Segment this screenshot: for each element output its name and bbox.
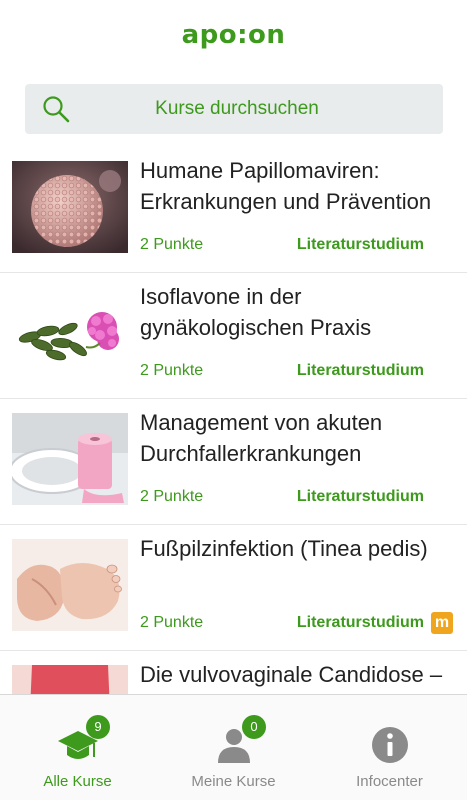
pills-flower-image — [12, 287, 128, 379]
app-header: apo:on — [0, 0, 467, 78]
course-points: 2 Punkte — [140, 236, 204, 253]
woman-image — [12, 665, 128, 694]
bottom-tab-bar: 9 Alle Kurse 0 Meine Kurse Infocenter — [0, 694, 467, 800]
info-icon — [371, 727, 408, 763]
tab-label: Meine Kurse — [191, 773, 276, 790]
course-points: 2 Punkte — [140, 614, 204, 631]
course-item[interactable]: Management von akuten Durchfallerkrankun… — [0, 399, 467, 525]
course-list[interactable]: Humane Papillomaviren: Erkrankungen und … — [0, 147, 467, 694]
course-title: Die vulvovaginale Candidose – — [140, 662, 443, 687]
course-count-badge: 9 — [86, 715, 110, 739]
tab-label: Alle Kurse — [43, 773, 112, 790]
feet-image — [12, 539, 128, 631]
virus-image — [12, 161, 128, 253]
search-bar[interactable]: Kurse durchsuchen — [25, 84, 443, 134]
course-type: Literaturstudium — [296, 236, 424, 253]
course-item[interactable]: Humane Papillomaviren: Erkrankungen und … — [0, 147, 467, 273]
media-badge: m — [431, 612, 453, 634]
course-points: 2 Punkte — [140, 488, 204, 505]
course-type: Literaturstudium — [296, 362, 424, 379]
tab-alle-kurse[interactable]: 9 Alle Kurse — [0, 695, 155, 801]
tab-meine-kurse[interactable]: 0 Meine Kurse — [156, 695, 311, 801]
course-item[interactable]: Isoflavone in der gynäkologischen Praxis… — [0, 273, 467, 399]
course-type: Literaturstudium — [296, 614, 424, 631]
tab-infocenter[interactable]: Infocenter — [312, 695, 467, 801]
tab-label: Infocenter — [356, 773, 423, 790]
course-title: Fußpilzinfektion (Tinea pedis) — [140, 536, 428, 561]
course-item[interactable]: Fußpilzinfektion (Tinea pedis) 2 Punkte … — [0, 525, 467, 651]
course-type: Literaturstudium — [296, 488, 424, 505]
toilet-paper-image — [12, 413, 128, 505]
course-title: Management von akuten Durchfallerkrankun… — [140, 410, 383, 466]
course-title: Isoflavone in der gynäkologischen Praxis — [140, 284, 372, 340]
search-placeholder: Kurse durchsuchen — [155, 98, 319, 119]
course-title: Humane Papillomaviren: Erkrankungen und … — [140, 158, 432, 214]
my-course-count-badge: 0 — [242, 715, 266, 739]
course-item[interactable]: Die vulvovaginale Candidose – — [0, 651, 467, 694]
app-logo: apo:on — [181, 20, 286, 50]
course-points: 2 Punkte — [140, 362, 204, 379]
